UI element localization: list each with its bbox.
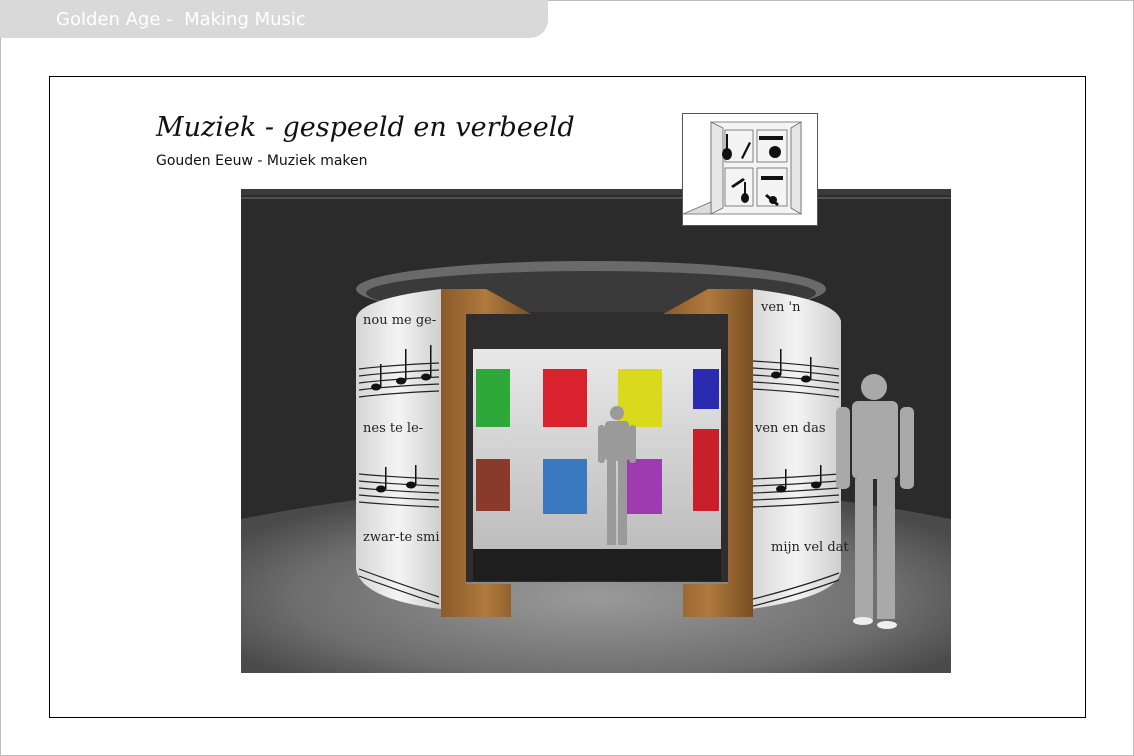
panel-blue <box>693 369 719 409</box>
lyrics-right-top: ven 'n <box>760 300 801 315</box>
panel-red <box>543 369 587 427</box>
lyrics-left-bottom: zwar-te smi <box>363 530 440 545</box>
header-tab: Golden Age - Making Music <box>0 0 548 38</box>
thumbnail-sketch-image <box>682 113 818 226</box>
lyrics-left-mid: nes te le- <box>363 421 423 436</box>
panel-yellow <box>618 369 662 427</box>
document-subtitle: Gouden Eeuw - Muziek maken <box>156 153 368 169</box>
header-title: Golden Age - Making Music <box>56 9 306 30</box>
lyrics-right-mid: ven en das <box>754 421 825 436</box>
panel-lightblue <box>543 459 587 514</box>
lyrics-left-top: nou me ge- <box>363 313 436 328</box>
exhibit-render-image: nou me ge- nes te le- zwar-te smi ven 'n… <box>241 189 951 673</box>
panel-brown <box>476 459 510 511</box>
lyrics-right-bottom: mijn vel dat <box>771 540 849 555</box>
document-title: Muziek - gespeeld en verbeeld <box>156 112 575 143</box>
panel-crimson <box>693 429 719 511</box>
panel-green <box>476 369 510 427</box>
